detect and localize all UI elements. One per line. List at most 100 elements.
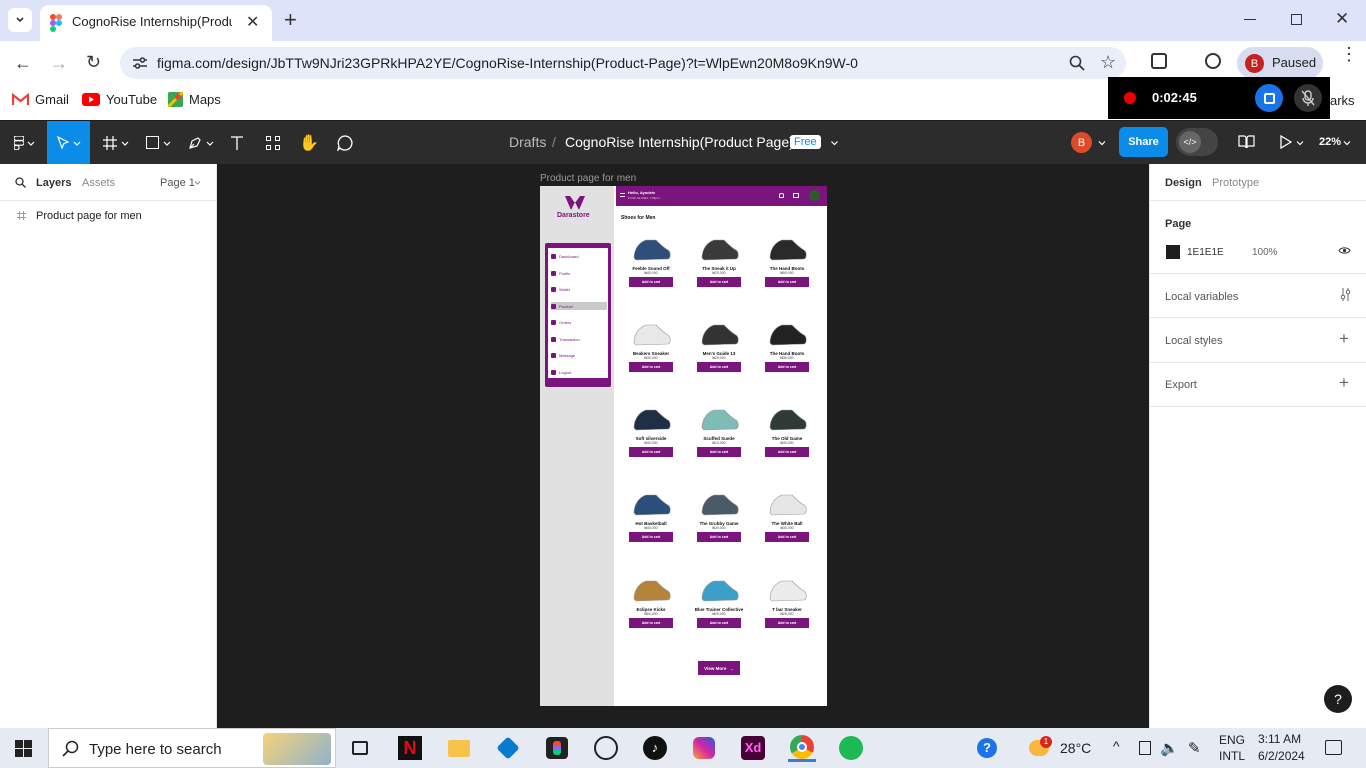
add-to-cart-button[interactable]: Add to cart [765,447,809,457]
tab-assets[interactable]: Assets [82,177,115,189]
local-styles-label[interactable]: Local styles [1165,335,1222,347]
product-card[interactable]: Beakers Sneaker ₦30,000 Add to cart [621,313,681,372]
chevron-down-icon[interactable] [1098,139,1106,147]
whatsapp-icon[interactable] [592,734,620,762]
help-icon[interactable]: ? [973,734,1001,762]
omnibox[interactable]: figma.com/design/JbTTw9NJri23GPRkHPA2YE/… [120,47,1126,79]
volume-icon[interactable]: 🔈 [1160,739,1179,757]
search-icon[interactable] [15,177,26,188]
add-to-cart-button[interactable]: Add to cart [765,362,809,372]
tab-layers[interactable]: Layers [36,177,71,189]
product-card[interactable]: The Grubby Game ₦20,000 Add to cart [689,483,749,542]
network-icon[interactable] [1139,741,1151,755]
minimize-icon[interactable] [1244,19,1256,20]
product-card[interactable]: Soft silverside ₦40,000 Add to cart [621,398,681,457]
add-to-cart-button[interactable]: Add to cart [629,447,673,457]
local-variables-label[interactable]: Local variables [1165,291,1238,303]
chrome-icon[interactable] [788,734,816,762]
chevron-down-icon[interactable] [1343,139,1351,147]
profile-button[interactable]: B Paused [1237,47,1323,79]
chevron-up-icon[interactable]: ^ [1113,738,1120,754]
language-sub[interactable]: INTL [1219,749,1245,763]
spotify-icon[interactable] [837,734,865,762]
file-explorer-icon[interactable] [445,734,473,762]
eye-icon[interactable] [1338,246,1351,255]
netflix-icon[interactable]: N [396,734,424,762]
share-button[interactable]: Share [1119,127,1168,157]
site-settings-icon[interactable] [132,56,148,70]
text-tool[interactable] [226,121,248,164]
tab-prototype[interactable]: Prototype [1212,177,1259,189]
active-tab[interactable]: CognoRise Internship(Product ✕ [40,5,272,41]
product-card[interactable]: Scuffed Suede ₦15,000 Add to cart [689,398,749,457]
reload-icon[interactable]: ↻ [86,52,101,73]
add-to-cart-button[interactable]: Add to cart [765,532,809,542]
add-to-cart-button[interactable]: Add to cart [765,277,809,287]
notifications-icon[interactable] [1325,740,1342,755]
product-card[interactable]: The Sneak it Up ₦20,000 Add to cart [689,228,749,287]
vscode-icon[interactable] [494,734,522,762]
product-card[interactable]: Men's Guide 13 ₦25,000 Add to cart [689,313,749,372]
view-more-button[interactable]: View More → [698,661,740,675]
bookmark-maps[interactable]: Maps [168,92,221,107]
product-card[interactable]: Eclipse Kicks ₦50,000 Add to cart [621,569,681,628]
page-color-value[interactable]: 1E1E1E [1187,247,1224,258]
shape-tool[interactable] [141,121,175,164]
add-to-cart-button[interactable]: Add to cart [765,618,809,628]
product-card[interactable]: T bar Sneaker ₦25,000 Add to cart [757,569,817,628]
menu-item-transaction[interactable]: Transaction [551,335,607,343]
tab-design[interactable]: Design [1165,177,1202,189]
zoom-level[interactable]: 22% [1319,136,1341,148]
present-icon[interactable] [1280,135,1292,149]
menu-item-profile[interactable]: Profile [551,269,607,277]
back-icon[interactable]: ← [14,53,32,74]
add-to-cart-button[interactable]: Add to cart [697,532,741,542]
add-to-cart-button[interactable]: Add to cart [697,362,741,372]
instagram-icon[interactable] [690,734,718,762]
chevron-down-icon[interactable] [830,139,839,147]
windows-start-icon[interactable] [15,740,32,757]
forward-icon[interactable]: → [50,53,68,74]
menu-item-wallet[interactable]: Wallet [551,285,607,293]
pen-icon[interactable]: ✎ [1188,739,1201,757]
user-avatar[interactable]: B [1071,132,1092,153]
clock-date[interactable]: 6/2/2024 [1258,749,1305,763]
product-card[interactable]: The Hand Boots ₦50,000 Add to cart [757,228,817,287]
breadcrumb-drafts[interactable]: Drafts [509,134,546,150]
bell-icon[interactable] [779,193,784,198]
weather-temp[interactable]: 28°C [1060,740,1091,756]
move-tool[interactable] [47,121,90,164]
plus-icon[interactable]: + [1339,373,1349,393]
menu-item-orders[interactable]: Orders [551,318,607,326]
menu-kebab-icon[interactable]: ⋮ [1340,45,1358,63]
tab-search-button[interactable] [8,8,32,32]
zoom-icon[interactable] [1069,55,1085,71]
add-to-cart-button[interactable]: Add to cart [697,277,741,287]
page-opacity-value[interactable]: 100% [1252,247,1278,258]
export-label[interactable]: Export [1165,379,1197,391]
add-to-cart-button[interactable]: Add to cart [629,532,673,542]
product-card[interactable]: Blue Trainer Collective ₦20,000 Add to car… [689,569,749,628]
product-card[interactable]: The Hand Boots ₦35,000 Add to cart [757,313,817,372]
plus-icon[interactable]: + [1339,329,1349,349]
main-menu-button[interactable] [6,121,42,164]
file-name[interactable]: CognoRise Internship(Product Page) [565,134,794,150]
bookmark-gmail[interactable]: Gmail [12,92,69,107]
library-icon[interactable] [1238,135,1255,149]
hand-tool[interactable]: ✋ [298,121,320,164]
chevron-down-icon[interactable] [194,180,201,186]
taskbar-search[interactable]: Type here to search [48,728,336,768]
adobe-xd-icon[interactable]: Xd [739,734,767,762]
language[interactable]: ENG [1219,733,1245,747]
product-card[interactable]: Feeble Sound Off ₦40,000 Add to cart [621,228,681,287]
help-button[interactable]: ? [1324,685,1352,713]
figma-icon[interactable] [543,734,571,762]
menu-item-product[interactable]: Product [551,302,607,310]
add-to-cart-button[interactable]: Add to cart [697,618,741,628]
product-card[interactable]: Hot Basketball ₦40,000 Add to cart [621,483,681,542]
extensions-icon[interactable] [1151,53,1167,69]
tab-close-icon[interactable]: ✕ [246,12,259,32]
stop-recording-button[interactable] [1255,84,1283,112]
bookmark-youtube[interactable]: YouTube [82,92,157,107]
all-bookmarks-label[interactable]: arks [1330,93,1355,108]
